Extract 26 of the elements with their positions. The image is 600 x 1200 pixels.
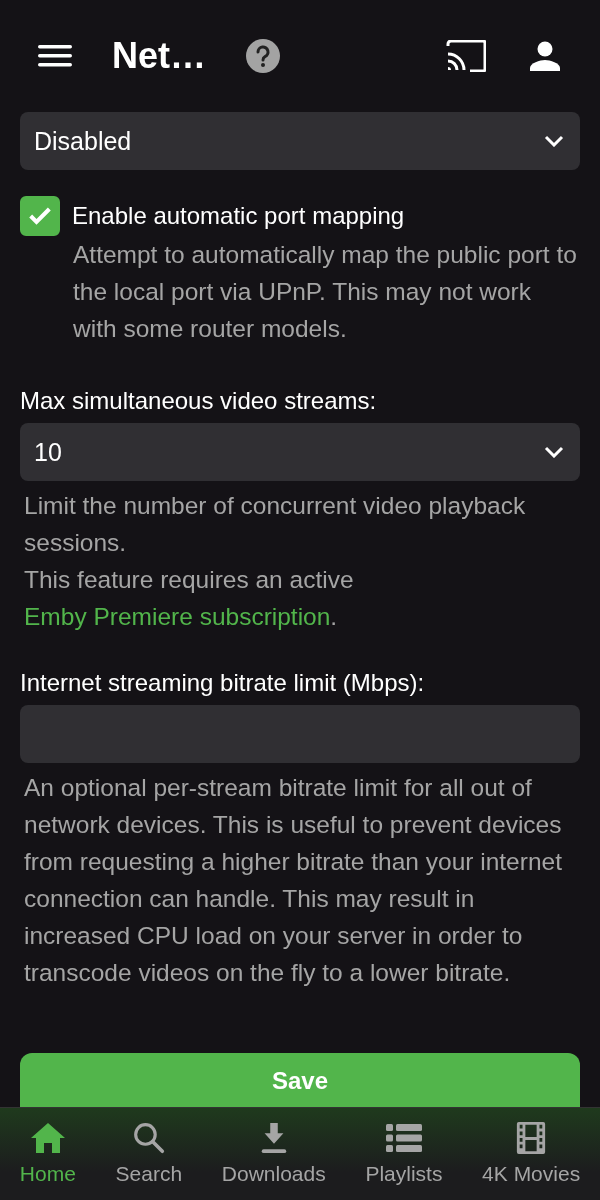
menu-icon[interactable] <box>38 44 72 68</box>
field-label: Internet streaming bitrate limit (Mbps): <box>20 669 426 697</box>
checkbox-description: Attempt to automatically map the public port to the local port via UPnP. This may not work with some router models. <box>73 240 578 344</box>
home-icon <box>29 1122 66 1154</box>
user-icon[interactable] <box>530 41 560 71</box>
checkbox-label[interactable]: Enable automatic port mapping <box>72 202 405 230</box>
select-field[interactable]: Disabled <box>20 112 580 170</box>
subscription-link[interactable]: Emby Premiere subscription <box>24 603 331 630</box>
input-field[interactable] <box>20 705 580 763</box>
page-title: Net… <box>112 35 206 77</box>
help-icon[interactable] <box>246 39 280 73</box>
chevron-down-icon <box>544 135 564 147</box>
nav-tab[interactable]: Downloads <box>221 1122 326 1186</box>
checkbox[interactable] <box>20 196 60 236</box>
list-icon <box>385 1122 422 1154</box>
subscription-note: This feature requires an active Emby Premiere subscription. <box>24 565 355 632</box>
cast-icon[interactable] <box>446 40 486 72</box>
nav-tab[interactable]: 4K Movies <box>482 1122 581 1186</box>
chevron-down-icon <box>544 446 564 458</box>
nav-tab[interactable]: Home <box>19 1122 76 1186</box>
nav-tab[interactable]: Search <box>115 1122 183 1186</box>
field-description: Limit the number of concurrent video playback sessions. <box>24 491 527 558</box>
field-label: Max simultaneous video streams: <box>20 387 378 415</box>
nav-tab[interactable]: Playlists <box>365 1122 443 1186</box>
field-description: An optional per-stream bitrate limit for all out of network devices. This is useful to prevent devices from requesting a higher bitrate than your internet connection can handle. This may result in increased CPU load on your server in order to transcode videos on the fly to a lower bitrate. <box>24 773 563 988</box>
select-field[interactable]: 10 <box>20 423 580 481</box>
